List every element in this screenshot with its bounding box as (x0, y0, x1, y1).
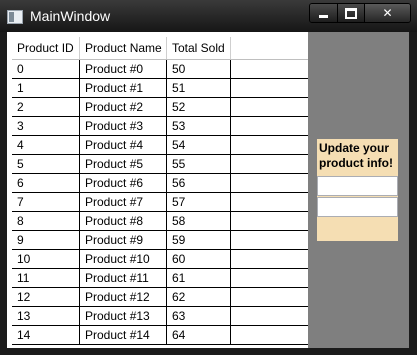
close-button[interactable]: ✕ (365, 4, 410, 22)
table-row[interactable]: 9 Product #9 59 (12, 231, 308, 250)
table-row[interactable]: 2 Product #2 52 (12, 98, 308, 117)
cell-filler (231, 307, 308, 326)
cell-product-name[interactable]: Product #3 (80, 117, 167, 136)
client-area: Product ID Product Name Total Sold 0 Prod… (7, 32, 409, 348)
table-row[interactable]: 6 Product #6 56 (12, 174, 308, 193)
cell-product-id[interactable]: 11 (12, 269, 80, 288)
cell-filler (231, 98, 308, 117)
table-row[interactable]: 4 Product #4 54 (12, 136, 308, 155)
minimize-icon (319, 14, 328, 18)
cell-product-name[interactable]: Product #4 (80, 136, 167, 155)
cell-total-sold[interactable]: 60 (167, 250, 231, 269)
table-row[interactable]: 11 Product #11 61 (12, 269, 308, 288)
cell-product-name[interactable]: Product #9 (80, 231, 167, 250)
cell-product-id[interactable]: 1 (12, 79, 80, 98)
cell-product-id[interactable]: 12 (12, 288, 80, 307)
minimize-button[interactable] (310, 4, 338, 22)
cell-product-name[interactable]: Product #13 (80, 307, 167, 326)
cell-total-sold[interactable]: 51 (167, 79, 231, 98)
cell-product-id[interactable]: 8 (12, 212, 80, 231)
cell-product-name[interactable]: Product #10 (80, 250, 167, 269)
cell-filler (231, 155, 308, 174)
window-title: MainWindow (30, 8, 111, 24)
cell-total-sold[interactable]: 58 (167, 212, 231, 231)
cell-product-id[interactable]: 6 (12, 174, 80, 193)
maximize-button[interactable] (338, 4, 365, 22)
cell-total-sold[interactable]: 57 (167, 193, 231, 212)
cell-product-name[interactable]: Product #14 (80, 326, 167, 345)
table-row[interactable]: 10 Product #10 60 (12, 250, 308, 269)
cell-total-sold[interactable]: 52 (167, 98, 231, 117)
cell-product-name[interactable]: Product #8 (80, 212, 167, 231)
table-row[interactable]: 0 Product #0 50 (12, 60, 308, 79)
cell-product-name[interactable]: Product #7 (80, 193, 167, 212)
maximize-icon (345, 7, 357, 19)
cell-product-id[interactable]: 10 (12, 250, 80, 269)
cell-product-id[interactable]: 2 (12, 98, 80, 117)
column-header-product-id[interactable]: Product ID (12, 37, 80, 59)
cell-product-id[interactable]: 9 (12, 231, 80, 250)
cell-filler (231, 288, 308, 307)
cell-product-name[interactable]: Product #12 (80, 288, 167, 307)
update-product-panel: Update your product info! (317, 139, 398, 241)
cell-filler (231, 193, 308, 212)
main-window: MainWindow ✕ Product ID Product Name Tot… (0, 0, 417, 355)
cell-product-id[interactable]: 13 (12, 307, 80, 326)
caption-buttons: ✕ (309, 3, 411, 23)
cell-filler (231, 250, 308, 269)
cell-filler (231, 136, 308, 155)
column-header-filler (231, 37, 308, 59)
cell-filler (231, 212, 308, 231)
cell-total-sold[interactable]: 53 (167, 117, 231, 136)
product-field-1[interactable] (317, 176, 398, 196)
products-data-grid[interactable]: Product ID Product Name Total Sold 0 Prod… (7, 32, 308, 348)
table-row[interactable]: 8 Product #8 58 (12, 212, 308, 231)
cell-product-id[interactable]: 7 (12, 193, 80, 212)
cell-product-name[interactable]: Product #2 (80, 98, 167, 117)
cell-total-sold[interactable]: 61 (167, 269, 231, 288)
table-row[interactable]: 5 Product #5 55 (12, 155, 308, 174)
cell-product-name[interactable]: Product #6 (80, 174, 167, 193)
table-row[interactable]: 14 Product #14 64 (12, 326, 308, 345)
cell-product-id[interactable]: 0 (12, 60, 80, 79)
column-header-total-sold[interactable]: Total Sold (167, 37, 231, 59)
cell-total-sold[interactable]: 56 (167, 174, 231, 193)
cell-filler (231, 174, 308, 193)
cell-total-sold[interactable]: 50 (167, 60, 231, 79)
app-window-icon (7, 10, 23, 24)
column-header-product-name[interactable]: Product Name (80, 37, 167, 59)
grid-header-row: Product ID Product Name Total Sold (12, 37, 308, 60)
panel-title: Update your product info! (319, 141, 393, 170)
cell-product-name[interactable]: Product #11 (80, 269, 167, 288)
cell-total-sold[interactable]: 54 (167, 136, 231, 155)
cell-total-sold[interactable]: 64 (167, 326, 231, 345)
cell-product-id[interactable]: 14 (12, 326, 80, 345)
table-row[interactable]: 3 Product #3 53 (12, 117, 308, 136)
cell-filler (231, 60, 308, 79)
cell-filler (231, 231, 308, 250)
cell-total-sold[interactable]: 55 (167, 155, 231, 174)
cell-product-name[interactable]: Product #5 (80, 155, 167, 174)
cell-total-sold[interactable]: 63 (167, 307, 231, 326)
table-row[interactable]: 7 Product #7 57 (12, 193, 308, 212)
cell-product-name[interactable]: Product #1 (80, 79, 167, 98)
cell-filler (231, 269, 308, 288)
product-field-2[interactable] (317, 197, 398, 217)
close-icon: ✕ (382, 6, 393, 20)
title-bar[interactable]: MainWindow ✕ (0, 0, 417, 32)
cell-total-sold[interactable]: 62 (167, 288, 231, 307)
cell-product-id[interactable]: 3 (12, 117, 80, 136)
cell-filler (231, 79, 308, 98)
cell-filler (231, 117, 308, 136)
table-row[interactable]: 1 Product #1 51 (12, 79, 308, 98)
cell-total-sold[interactable]: 59 (167, 231, 231, 250)
cell-filler (231, 326, 308, 345)
table-row[interactable]: 12 Product #12 62 (12, 288, 308, 307)
cell-product-id[interactable]: 4 (12, 136, 80, 155)
table-row[interactable]: 13 Product #13 63 (12, 307, 308, 326)
cell-product-id[interactable]: 5 (12, 155, 80, 174)
cell-product-name[interactable]: Product #0 (80, 60, 167, 79)
